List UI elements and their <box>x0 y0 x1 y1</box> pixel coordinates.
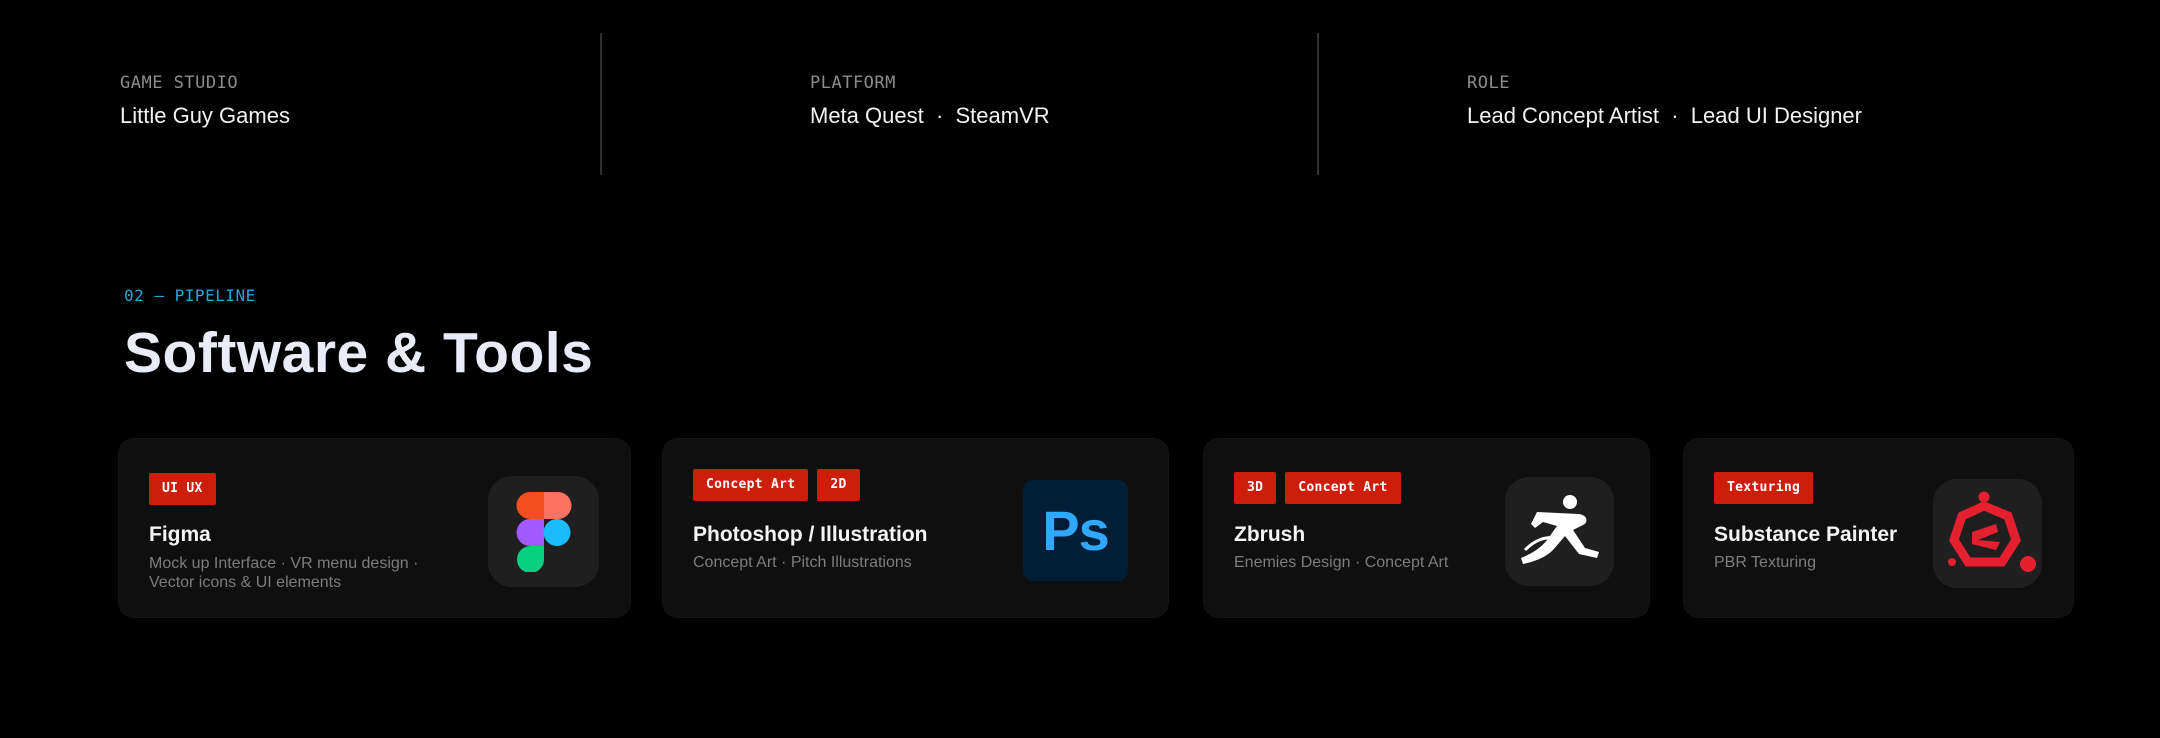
tool-card-photoshop[interactable]: Concept Art 2D Photoshop / Illustration … <box>662 438 1169 618</box>
section-title: Software & Tools <box>124 321 594 385</box>
figma-icon <box>488 476 599 587</box>
meta-label: GAME STUDIO <box>120 73 239 93</box>
tag-list: 3D Concept Art <box>1234 472 1401 504</box>
substance-painter-logo-glyph <box>1947 491 2036 572</box>
tool-description: Concept Art · Pitch Illustrations <box>693 554 912 571</box>
tool-description-line: Vector icons & UI elements <box>149 574 342 591</box>
meta-label: PLATFORM <box>810 73 896 93</box>
meta-value: Little Guy Games <box>120 103 290 128</box>
tag-list: Concept Art 2D <box>693 469 860 501</box>
meta-platform: PLATFORM Meta Quest · SteamVR <box>810 73 1050 129</box>
tool-description-line: Mock up Interface · VR menu design · <box>149 555 419 572</box>
tag-list: Texturing <box>1714 472 1814 504</box>
meta-label: ROLE <box>1467 73 1510 93</box>
divider <box>1317 33 1319 175</box>
tag: Concept Art <box>1285 472 1401 504</box>
figma-logo-glyph <box>516 491 571 572</box>
meta-game-studio: GAME STUDIO Little Guy Games <box>120 73 290 129</box>
tag-list: UI UX <box>149 473 216 505</box>
section-tag: 02 — PIPELINE <box>124 286 256 305</box>
tag: 3D <box>1234 472 1277 504</box>
tool-name: Substance Painter <box>1714 523 1898 546</box>
tool-card-figma[interactable]: UI UX Figma Mock up Interface · VR menu … <box>118 438 631 618</box>
tag: 2D <box>817 469 860 501</box>
meta-value: Lead Concept Artist · Lead UI Designer <box>1467 103 1862 128</box>
zbrush-icon <box>1505 477 1614 586</box>
tool-card-zbrush[interactable]: 3D Concept Art Zbrush Enemies Design · C… <box>1203 438 1650 618</box>
meta-role: ROLE Lead Concept Artist · Lead UI Desig… <box>1467 73 1862 129</box>
zbrush-logo-glyph <box>1520 494 1599 564</box>
divider <box>600 33 602 175</box>
tool-card-substance-painter[interactable]: Texturing Substance Painter PBR Texturin… <box>1683 438 2074 618</box>
photoshop-icon-text: Ps <box>1042 499 1109 562</box>
tag: Concept Art <box>693 469 809 501</box>
tag: Texturing <box>1714 472 1814 504</box>
tool-name: Zbrush <box>1234 523 1306 546</box>
tool-description: PBR Texturing <box>1714 554 1816 571</box>
tool-name: Photoshop / Illustration <box>693 523 928 546</box>
tool-name: Figma <box>149 523 211 546</box>
substance-painter-icon <box>1933 479 2042 588</box>
tag: UI UX <box>149 473 216 505</box>
photoshop-icon: Ps <box>1023 480 1128 581</box>
tool-description: Enemies Design · Concept Art <box>1234 554 1449 571</box>
meta-value: Meta Quest · SteamVR <box>810 103 1050 128</box>
tool-description: Mock up Interface · VR menu design · Vec… <box>149 554 418 592</box>
